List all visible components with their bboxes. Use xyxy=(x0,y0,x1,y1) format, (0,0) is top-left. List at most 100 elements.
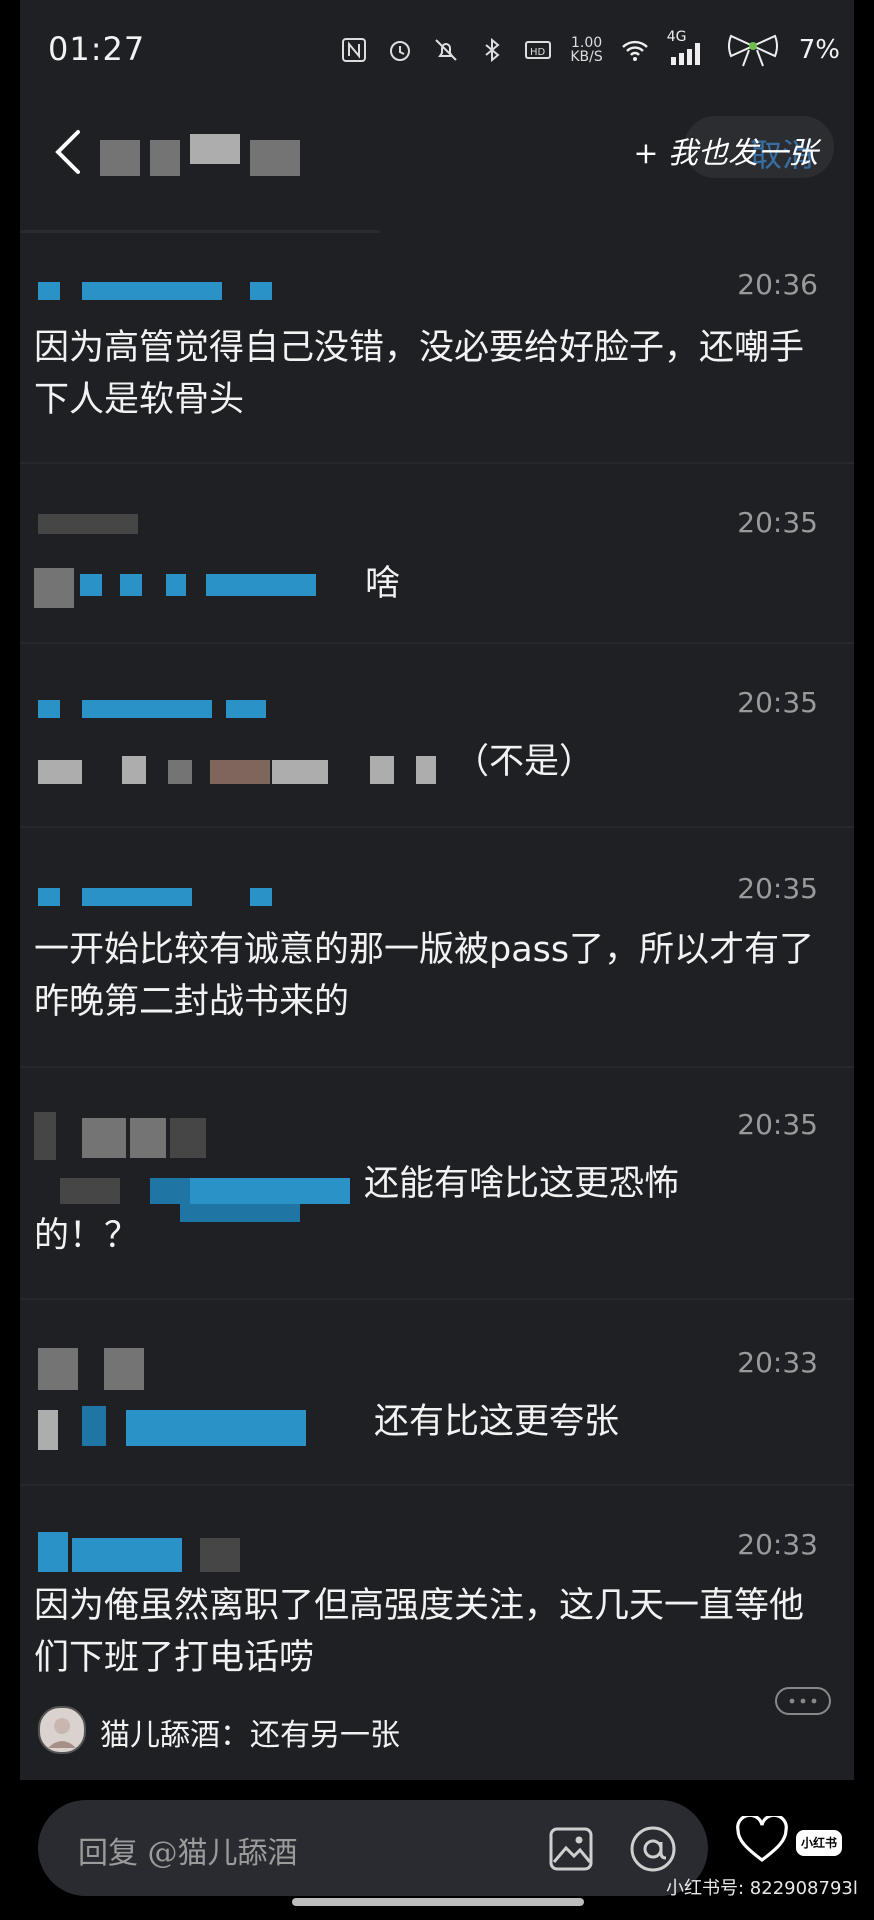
blurred-mention xyxy=(38,760,82,784)
cellular-signal: 4G xyxy=(667,29,707,65)
comment-item[interactable]: 20:36 因为高管觉得自己没错，没必要给好脸子，还嘲手下人是软骨头 xyxy=(20,268,854,458)
blurred-username xyxy=(82,700,212,718)
blurred-mention xyxy=(150,1178,190,1204)
comment-text: 啥 xyxy=(365,564,401,604)
screen: 01:27 HD 1.00 KB/S 4G 7% 取消 + 我也发一张 20:3… xyxy=(0,0,874,1920)
avatar xyxy=(38,1706,86,1754)
blurred-mention xyxy=(120,574,142,596)
net-speed-unit: KB/S xyxy=(570,49,603,65)
blurred-username xyxy=(200,1538,240,1572)
like-heart-icon[interactable] xyxy=(736,1816,788,1864)
comment-item[interactable]: 20:35 一开始比较有诚意的那一版被pass了，所以才有了昨晚第二封战书来的 xyxy=(20,872,854,1062)
blurred-mention xyxy=(38,1410,58,1450)
xiaohongshu-id-watermark: 小红书号: 822908793l xyxy=(666,1878,858,1899)
chat-bubble-icon xyxy=(775,1687,831,1715)
blurred-username xyxy=(38,700,60,718)
blurred-mention xyxy=(34,568,74,608)
blurred-mention xyxy=(416,756,436,784)
blurred-username xyxy=(82,1118,126,1158)
comment-text: 还能有啥比这更恐怖 xyxy=(364,1164,680,1204)
status-icons: HD 1.00 KB/S 4G 7% xyxy=(340,29,840,68)
comment-text: （不是） xyxy=(454,742,595,782)
blurred-username xyxy=(72,1538,182,1572)
blurred-username-part xyxy=(190,134,240,164)
comment-text: 一开始比较有诚意的那一版被pass了，所以才有了昨晚第二封战书来的 xyxy=(34,930,815,1022)
comment-item[interactable]: 20:35 啥 xyxy=(20,506,854,636)
blurred-mention xyxy=(80,574,102,596)
comment-separator xyxy=(20,1066,854,1068)
blurred-username xyxy=(82,282,222,300)
blurred-username xyxy=(104,1348,144,1390)
blurred-username xyxy=(38,1532,68,1572)
comment-time: 20:35 xyxy=(737,506,818,539)
blurred-mention xyxy=(82,1406,106,1446)
svg-text:HD: HD xyxy=(530,47,546,58)
comment-text: 因为俺虽然离职了但高强度关注，这几天一直等他们下班了打电话唠 xyxy=(34,1586,805,1678)
at-mention-icon[interactable] xyxy=(628,1824,678,1874)
blurred-username xyxy=(34,1112,56,1160)
status-time: 01:27 xyxy=(48,30,146,68)
blurred-mention xyxy=(168,760,192,784)
battery-level: 7% xyxy=(798,35,840,65)
blurred-mention xyxy=(370,756,394,784)
blurred-username xyxy=(250,282,272,300)
net-speed-value: 1.00 xyxy=(570,35,603,51)
blurred-mention xyxy=(126,1410,306,1446)
blurred-username xyxy=(130,1118,166,1158)
home-indicator[interactable] xyxy=(292,1898,584,1906)
status-bar: 01:27 HD 1.00 KB/S 4G 7% xyxy=(0,0,874,100)
comment-time: 20:33 xyxy=(737,1528,818,1561)
blurred-username xyxy=(82,888,192,906)
blurred-username-part xyxy=(250,140,300,176)
blurred-username xyxy=(250,888,272,906)
post-also-button[interactable]: + 我也发一张 xyxy=(633,128,818,172)
comment-text: 还有比这更夸张 xyxy=(374,1402,620,1442)
blurred-mention xyxy=(272,760,328,784)
comment-item[interactable]: 20:35 还能有啥比这更恐怖 的！？ xyxy=(20,1108,854,1268)
quoted-reply: 猫儿舔酒：还有另一张 xyxy=(20,1687,854,1760)
comment-text: 因为高管觉得自己没错，没必要给好脸子，还嘲手下人是软骨头 xyxy=(34,328,805,420)
net-speed: 1.00 KB/S xyxy=(570,36,602,64)
bluetooth-icon xyxy=(485,37,500,63)
image-icon[interactable] xyxy=(548,1826,594,1872)
signal-bars-icon xyxy=(670,43,700,65)
comment-separator xyxy=(20,826,854,828)
comment-separator xyxy=(20,1484,854,1486)
hd-icon: HD xyxy=(525,41,552,59)
xiaohongshu-logo: 小红书 xyxy=(796,1830,842,1856)
blurred-mention xyxy=(206,574,316,596)
quoted-reply-text: 猫儿舔酒：还有另一张 xyxy=(100,1718,400,1753)
blurred-username xyxy=(226,700,266,718)
header-bar: 取消 + 我也发一张 xyxy=(20,110,854,200)
comment-time: 20:35 xyxy=(737,686,818,719)
comment-time: 20:35 xyxy=(737,1108,818,1141)
alarm-icon xyxy=(390,41,411,61)
blurred-username xyxy=(100,140,140,176)
comment-separator xyxy=(20,1298,854,1300)
reply-placeholder: 回复 @猫儿舔酒 xyxy=(78,1836,298,1871)
reply-input[interactable]: 回复 @猫儿舔酒 xyxy=(38,1800,708,1896)
wifi-icon xyxy=(621,40,648,61)
comment-item[interactable]: 20:33 因为俺虽然离职了但高强度关注，这几天一直等他们下班了打电话唠 xyxy=(20,1528,854,1708)
bow-icon xyxy=(727,34,778,67)
back-icon[interactable] xyxy=(40,122,100,182)
comment-separator xyxy=(20,642,854,644)
comment-item[interactable]: 20:33 还有比这更夸张 xyxy=(20,1346,854,1466)
blurred-mention xyxy=(122,756,146,784)
blurred-username xyxy=(38,1348,78,1390)
blurred-mention xyxy=(210,760,270,784)
comment-time: 20:35 xyxy=(737,872,818,905)
blurred-username-part xyxy=(150,140,180,176)
blurred-mention xyxy=(60,1178,120,1204)
blurred-username xyxy=(38,888,60,906)
blurred-mention xyxy=(166,574,186,596)
comment-time: 20:33 xyxy=(737,1346,818,1379)
avatar-image xyxy=(48,1718,76,1748)
comment-item[interactable]: 20:35 （不是） xyxy=(20,686,854,816)
nfc-icon xyxy=(342,38,367,62)
blurred-username xyxy=(170,1118,206,1158)
comment-text-continued: 的！？ xyxy=(34,1216,140,1256)
blurred-username xyxy=(38,514,138,534)
comment-separator xyxy=(20,462,854,464)
blurred-mention xyxy=(190,1178,350,1204)
